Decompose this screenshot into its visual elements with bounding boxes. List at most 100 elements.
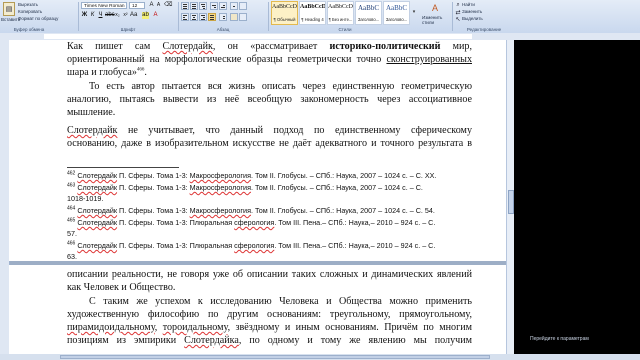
align-right-icon[interactable] bbox=[199, 13, 207, 21]
document-page[interactable]: описании реальности, не говоря уже об оп… bbox=[9, 265, 506, 354]
borders-icon[interactable] bbox=[239, 13, 247, 21]
text-run: сферология bbox=[234, 218, 275, 227]
replace-button[interactable]: Заменить bbox=[462, 9, 482, 14]
style-heading-2[interactable]: AaBbC Заголово... bbox=[383, 1, 410, 25]
text-run: , он «рассматривает bbox=[212, 41, 330, 52]
text-run: мышление. bbox=[67, 107, 116, 118]
text-run: , звёздному и иным основаниям. Причём по… bbox=[227, 322, 472, 333]
footnote-line[interactable]: 465 Слотердайк П. Сферы. Тома 1-3: Плюра… bbox=[67, 218, 436, 227]
superscript-icon[interactable]: x² bbox=[122, 12, 129, 19]
show-marks-icon[interactable] bbox=[239, 2, 247, 10]
text-run: . Том II. Глобусы. – СПб.: Наука, 2007 –… bbox=[250, 183, 423, 192]
style-name: Заголово... bbox=[385, 17, 408, 22]
text-line[interactable]: позициям из эмпирики Слотердайка, по одн… bbox=[67, 335, 472, 346]
text-run: тороидальному bbox=[162, 322, 228, 333]
style-heading-4[interactable]: AaBbCcDd ¶ Heading 4 bbox=[299, 1, 326, 25]
align-left-icon[interactable] bbox=[181, 13, 189, 21]
text-run: 57. bbox=[67, 229, 77, 238]
text-line[interactable]: художественную философию по другим основ… bbox=[67, 309, 472, 320]
subscript-icon[interactable]: x₂ bbox=[114, 12, 121, 19]
footnote-line[interactable]: 57. bbox=[67, 230, 77, 238]
text-line[interactable]: аналогию, пытаясь вывести из неё всеобщу… bbox=[67, 94, 472, 105]
sort-icon[interactable] bbox=[230, 2, 238, 10]
highlight-icon[interactable]: ab bbox=[142, 12, 149, 19]
align-center-icon[interactable] bbox=[190, 13, 198, 21]
text-line[interactable]: С таким же успехом к исследованию Челове… bbox=[89, 296, 472, 307]
text-run: . Том III. Пена.– СПб.: Наука,– 2010 – 9… bbox=[274, 241, 436, 250]
find-button[interactable]: Найти bbox=[462, 2, 475, 7]
styles-more-icon[interactable]: ▾ bbox=[411, 4, 417, 20]
text-run: . Том III. Пена.– СПб.: Наука,– 2010 – 9… bbox=[274, 218, 436, 227]
change-styles-button[interactable]: Изменить стили bbox=[422, 15, 450, 25]
multilevel-list-icon[interactable] bbox=[199, 2, 207, 10]
text-run: пирамидоидальному bbox=[67, 322, 155, 333]
cut-button[interactable]: Вырезать bbox=[18, 2, 38, 7]
style-sample: AaBbCcDd bbox=[328, 4, 353, 10]
increase-indent-icon[interactable] bbox=[219, 2, 227, 10]
text-run: аналогию, пытаясь вывести из неё всеобщу… bbox=[67, 94, 472, 105]
style-normal[interactable]: AaBbCcDd ¶ Обычный bbox=[271, 1, 298, 25]
font-size-combo[interactable]: 12 bbox=[129, 2, 145, 9]
font-color-icon[interactable]: A bbox=[152, 12, 159, 19]
document-page[interactable]: Как пишет сам Слотердайк , он «рассматрив… bbox=[9, 40, 506, 261]
style-no-spacing[interactable]: AaBbCcDd ¶ Без инте... bbox=[327, 1, 354, 25]
text-run: 1018-1019. bbox=[67, 194, 104, 203]
footnote-line[interactable]: 63. bbox=[67, 253, 77, 261]
text-line[interactable]: основанию, даже в изобразительном искусс… bbox=[67, 138, 472, 149]
shrink-font-icon[interactable]: A bbox=[155, 2, 162, 9]
horizontal-scrollbar[interactable] bbox=[0, 354, 640, 360]
text-line[interactable]: Слотердайк не учитывает, что данный подх… bbox=[67, 125, 472, 136]
footnote-line[interactable]: 462 Слотердайк П. Сферы. Тома 1-3: Макро… bbox=[67, 171, 436, 180]
text-line[interactable]: мышление. bbox=[67, 107, 116, 118]
font-group: Times New Roman 12 A A ⌫ Ж К Ч abc x₂ x²… bbox=[80, 0, 176, 33]
text-run: Слотердайк bbox=[77, 206, 118, 215]
text-run: С таким же успехом к исследованию Челове… bbox=[89, 296, 472, 307]
footnote-line[interactable]: 466 Слотердайк П. Сферы. Тома 1-3: Плюра… bbox=[67, 241, 436, 250]
select-button[interactable]: Выделить bbox=[462, 16, 483, 21]
text-run: Слотердайка bbox=[184, 335, 239, 346]
footnote-line[interactable]: 464 Слотердайк П. Сферы. Тома 1-3: Макро… bbox=[67, 206, 435, 215]
text-run: Как пишет сам bbox=[67, 41, 163, 52]
change-case-icon[interactable]: Aa bbox=[130, 12, 137, 19]
change-styles-icon[interactable]: A bbox=[424, 2, 446, 14]
paragraph-group: Абзац bbox=[180, 0, 266, 33]
text-run: Слотердайк bbox=[77, 171, 118, 180]
scroll-thumb[interactable] bbox=[60, 355, 490, 359]
footnote-line[interactable]: 1018-1019. bbox=[67, 195, 103, 203]
italic-icon[interactable]: К bbox=[89, 12, 96, 19]
text-line[interactable]: Как пишет сам Слотердайк, он «рассматрив… bbox=[67, 41, 472, 52]
strikethrough-icon[interactable]: abc bbox=[105, 12, 115, 19]
text-run: сконструированных bbox=[386, 54, 472, 65]
text-line[interactable]: ориентированный на морфологические образ… bbox=[67, 54, 472, 65]
grow-font-icon[interactable]: A bbox=[148, 2, 155, 9]
justify-icon[interactable] bbox=[208, 13, 216, 21]
format-painter-button[interactable]: Формат по образцу bbox=[18, 16, 58, 21]
font-family-combo[interactable]: Times New Roman bbox=[81, 2, 127, 9]
bullets-icon[interactable] bbox=[181, 2, 189, 10]
text-line[interactable]: шара и глобуса»466. bbox=[67, 67, 147, 78]
numbering-icon[interactable] bbox=[190, 2, 198, 10]
text-line[interactable]: как Человек и Общество. bbox=[67, 282, 175, 293]
copy-button[interactable]: Копировать bbox=[18, 9, 42, 14]
bold-icon[interactable]: Ж bbox=[81, 12, 88, 19]
paste-icon[interactable]: ▤ bbox=[3, 2, 15, 16]
text-run: историко-политический bbox=[329, 41, 441, 52]
underline-icon[interactable]: Ч bbox=[97, 12, 104, 19]
footnote-line[interactable]: 463 Слотердайк П. Сферы. Тома 1-3: Макро… bbox=[67, 183, 423, 192]
binoculars-icon: ⌕ bbox=[456, 1, 460, 8]
decrease-indent-icon[interactable] bbox=[210, 2, 218, 10]
line-spacing-icon[interactable] bbox=[219, 13, 227, 21]
shading-icon[interactable] bbox=[230, 13, 238, 21]
text-run: Макросферология bbox=[189, 206, 251, 215]
text-run: описании реальности, не говоря уже об оп… bbox=[67, 269, 472, 280]
text-run: мир, bbox=[440, 41, 472, 52]
clear-format-icon[interactable]: ⌫ bbox=[164, 2, 172, 9]
text-line[interactable]: пирамидоидальному, тороидальному, звёздн… bbox=[67, 322, 472, 333]
text-run: П. Сферы. Тома 1-3: Плюральная bbox=[117, 241, 235, 250]
clipboard-group-label: Буфер обмена bbox=[13, 27, 45, 32]
paragraph-group-label: Абзац bbox=[216, 27, 230, 32]
styles-group: AaBbCcDd ¶ Обычный AaBbCcDd ¶ Heading 4 … bbox=[270, 0, 420, 33]
style-heading-1[interactable]: AaBbC Заголово... bbox=[355, 1, 382, 25]
text-line[interactable]: описании реальности, не говоря уже об оп… bbox=[67, 269, 472, 280]
text-line[interactable]: То есть автор пытается вся жизнь описать… bbox=[89, 81, 472, 92]
